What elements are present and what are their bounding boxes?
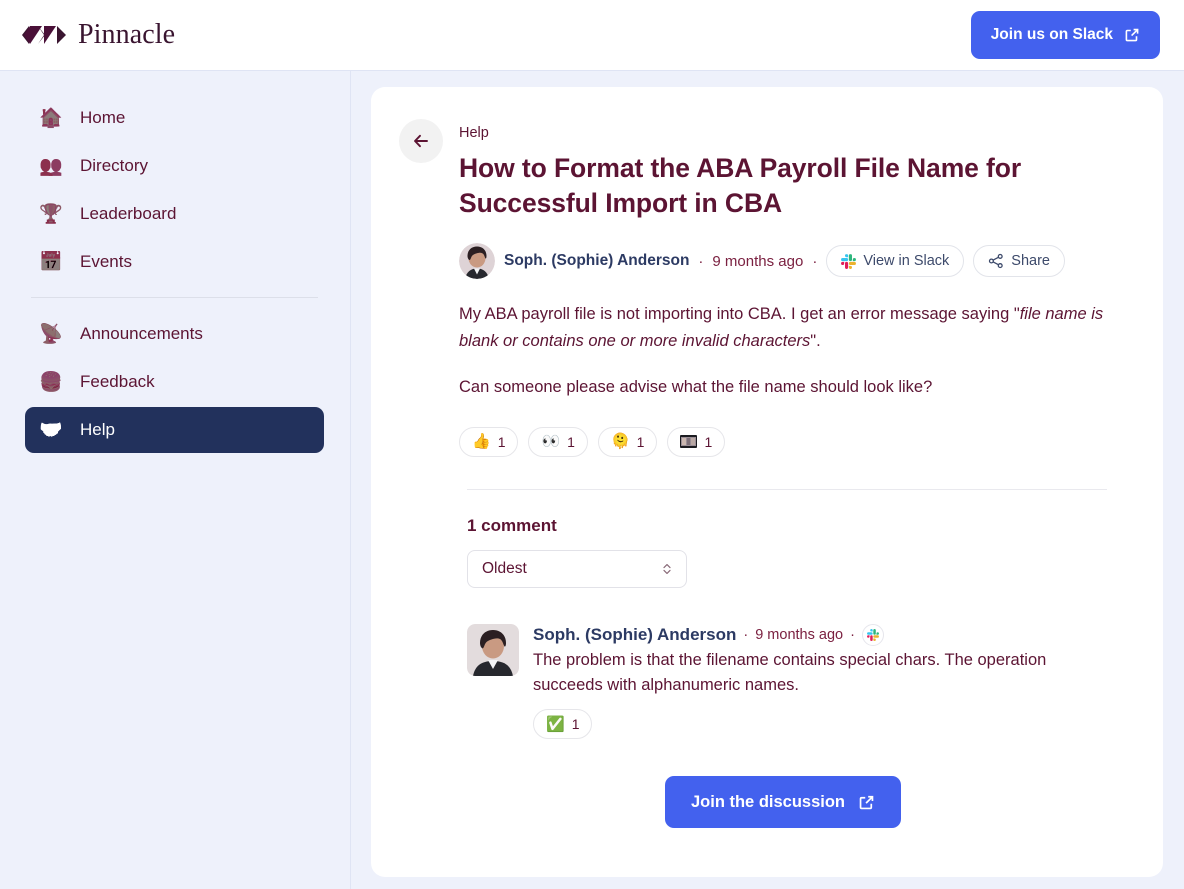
sidebar-item-label: Leaderboard: [80, 204, 177, 223]
pinnacle-logo-icon: [22, 26, 66, 44]
arrow-left-icon: [414, 134, 428, 148]
comment-body: The problem is that the filename contain…: [533, 650, 1047, 695]
sidebar-item-label: Events: [80, 252, 132, 271]
reaction-count: 1: [636, 433, 645, 450]
sidebar-item-help[interactable]: 🤝 Help: [25, 407, 324, 453]
comment-separator-2: ·: [850, 626, 855, 643]
post-timestamp: 9 months ago: [712, 252, 804, 270]
thumbs-up-reaction[interactable]: 👍 1: [459, 426, 519, 457]
trophy-icon: 🏆: [39, 203, 63, 225]
sidebar-divider: [31, 297, 318, 298]
join-the-discussion-button[interactable]: Join the discussion: [664, 776, 902, 829]
sidebar-item-label: Directory: [80, 156, 149, 175]
sidebar-item-events[interactable]: 📅 Events: [25, 239, 324, 285]
post-card: Help How to Format the ABA Payroll File …: [371, 87, 1163, 877]
join-discussion-row: Join the discussion: [459, 776, 1107, 829]
reaction-count: 1: [497, 433, 506, 450]
slack-icon: [866, 628, 879, 641]
avatar: [459, 243, 495, 280]
sidebar-item-home[interactable]: 🏠 Home: [25, 95, 324, 141]
join-us-on-slack-button[interactable]: Join us on Slack: [970, 11, 1160, 59]
join-the-discussion-label: Join the discussion: [690, 792, 846, 811]
comment-author: Soph. (Sophie) Anderson: [533, 624, 737, 644]
top-bar: Pinnacle Join us on Slack: [0, 0, 1184, 70]
comment-sort-select[interactable]: Oldest: [467, 549, 687, 588]
sidebar: 🏠 Home 👥 Directory 🏆 Leaderboard 📅 Event…: [0, 70, 351, 889]
handshake-icon: 🤝: [39, 419, 63, 441]
post-paragraph-1: My ABA payroll file is not importing int…: [459, 301, 1107, 354]
sidebar-item-feedback[interactable]: 🍔 Feedback: [25, 359, 324, 405]
section-divider: [467, 488, 1107, 490]
post-article: Help How to Format the ABA Payroll File …: [459, 117, 1129, 877]
people-icon: 👥: [39, 155, 63, 177]
brand-logo[interactable]: Pinnacle: [22, 19, 175, 51]
check-mark-reaction[interactable]: ✅ 1: [533, 709, 593, 740]
face-reaction[interactable]: 🫠 1: [597, 426, 658, 457]
breadcrumb: Help: [459, 125, 489, 141]
sidebar-item-label: Announcements: [80, 324, 203, 343]
join-us-on-slack-label: Join us on Slack: [990, 26, 1113, 43]
eyes-icon: 👀: [541, 433, 561, 451]
back-button[interactable]: [399, 119, 443, 163]
post-paragraph-2: Can someone please advise what the file …: [459, 377, 933, 396]
paragraph-1-text-a: My ABA payroll file is not importing int…: [459, 305, 1020, 324]
external-link-icon: [1125, 28, 1139, 42]
list-item: Soph. (Sophie) Anderson · 9 months ago ·: [467, 623, 1107, 740]
comment-separator: ·: [743, 626, 749, 643]
sidebar-item-label: Feedback: [80, 372, 155, 391]
post-author: Soph. (Sophie) Anderson: [504, 252, 690, 270]
view-in-slack-label: View in Slack: [863, 253, 950, 270]
post-reactions: 👍 1 👀 1 🫠 1 1: [459, 426, 1107, 457]
check-mark-icon: ✅: [546, 715, 565, 733]
main-content: Help How to Format the ABA Payroll File …: [351, 70, 1184, 889]
avatar: [467, 623, 519, 676]
post-byline: Soph. (Sophie) Anderson · 9 months ago ·: [459, 243, 1107, 280]
slack-icon: [841, 254, 857, 269]
share-icon: [989, 254, 1004, 269]
byline-separator: ·: [698, 252, 704, 270]
satellite-icon: 📡: [39, 323, 63, 345]
reaction-count: 1: [567, 433, 575, 450]
custom-image-reaction[interactable]: 1: [667, 426, 726, 457]
brand-name: Pinnacle: [78, 19, 176, 50]
hamburger-icon: 🍔: [39, 371, 63, 393]
slack-source-badge[interactable]: [861, 623, 884, 646]
share-label: Share: [1011, 253, 1050, 270]
custom-emoji-icon: [680, 435, 698, 449]
calendar-icon: 📅: [39, 251, 63, 273]
chevron-updown-icon: [663, 563, 671, 574]
byline-separator-2: ·: [812, 252, 818, 270]
reaction-count: 1: [704, 433, 713, 450]
sidebar-item-announcements[interactable]: 📡 Announcements: [25, 311, 324, 357]
external-link-icon: [859, 795, 874, 809]
eyes-reaction[interactable]: 👀 1: [528, 426, 588, 457]
sidebar-item-leaderboard[interactable]: 🏆 Leaderboard: [25, 191, 324, 237]
comment-sort-value: Oldest: [482, 559, 527, 577]
comments-heading: 1 comment: [467, 515, 557, 535]
face-icon: 🫠: [610, 433, 630, 451]
comment-header: Soph. (Sophie) Anderson · 9 months ago ·: [533, 623, 1107, 646]
paragraph-1-text-b: ".: [810, 332, 821, 351]
page-title: How to Format the ABA Payroll File Name …: [459, 153, 1022, 219]
sidebar-item-directory[interactable]: 👥 Directory: [25, 143, 324, 189]
page-body: 🏠 Home 👥 Directory 🏆 Leaderboard 📅 Event…: [0, 70, 1184, 889]
house-icon: 🏠: [39, 107, 63, 129]
view-in-slack-button[interactable]: View in Slack: [826, 245, 965, 278]
share-button[interactable]: Share: [973, 245, 1065, 278]
comment-timestamp: 9 months ago: [755, 626, 844, 643]
sidebar-item-label: Help: [80, 420, 115, 439]
sidebar-item-label: Home: [80, 108, 126, 127]
thumbs-up-icon: 👍: [472, 433, 491, 451]
reaction-count: 1: [571, 716, 580, 733]
